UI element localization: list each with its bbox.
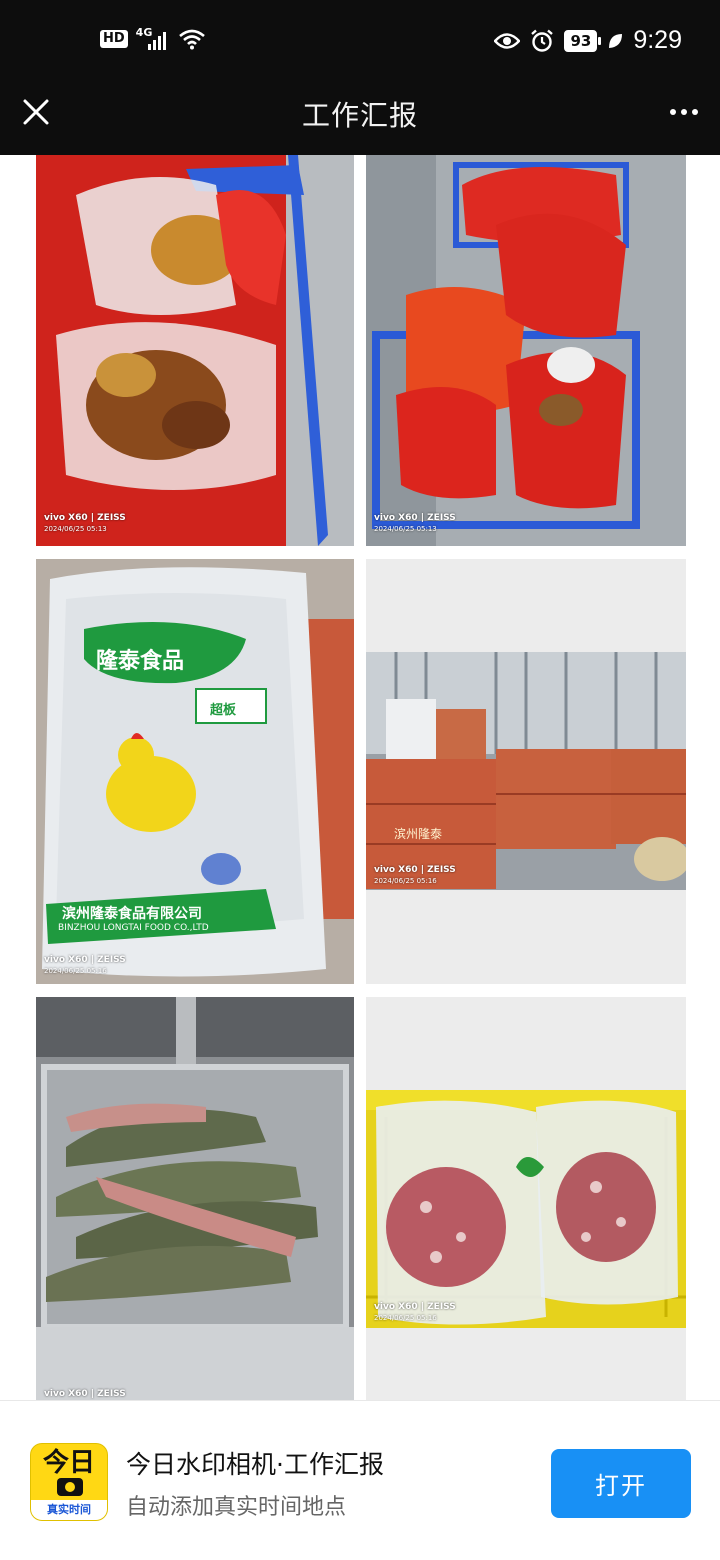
more-dot-icon (670, 109, 676, 115)
page-title: 工作汇报 (301, 99, 418, 132)
package-brand: 隆泰食品 (96, 649, 185, 674)
open-app-button[interactable]: 打开 (551, 1449, 691, 1518)
photo-roast-chicken-bags[interactable]: vivo X60 | ZEISS 2024/06/25 05:13 (36, 155, 354, 546)
photo-image (366, 997, 686, 1400)
photo-image (36, 997, 354, 1400)
photo-watermark-date: 2024/06/25 05:16 (44, 967, 107, 975)
app-icon-tag: 真实时间 (31, 1500, 107, 1520)
battery-indicator: 93 (564, 29, 602, 52)
promo-title: 今日水印相机·工作汇报 (126, 1450, 384, 1479)
package-company: 滨州隆泰食品有限公司 (62, 906, 202, 922)
photo-watermark-brand: vivo X60 | ZEISS (44, 1389, 126, 1399)
package-company-en: BINZHOU LONGTAI FOOD CO.,LTD (58, 923, 209, 933)
alarm-icon (531, 29, 554, 52)
app-icon-text: 今日 (42, 1448, 95, 1478)
photo-watermark: vivo X60 | ZEISS 2024/06/25 05:16 (374, 865, 456, 885)
photo-image (366, 559, 686, 984)
photo-watermark: vivo X60 | ZEISS (44, 1389, 126, 1399)
photo-watermark-brand: vivo X60 | ZEISS (374, 513, 456, 523)
photo-gallery[interactable]: vivo X60 | ZEISS 2024/06/25 05:13 vivo X… (0, 155, 720, 1400)
app-promo-banner: 今日 真实时间 今日水印相机·工作汇报 自动添加真实时间地点 打开 (0, 1400, 720, 1560)
photo-stacked-boxes[interactable]: 滨州隆泰 vivo X60 | ZEISS 2024/06/25 05:16 (366, 559, 686, 984)
photo-fish-sink[interactable]: vivo X60 | ZEISS (36, 997, 354, 1400)
photo-watermark-date: 2024/06/25 05:13 (44, 525, 107, 533)
photo-watermark-brand: vivo X60 | ZEISS (44, 955, 126, 965)
wifi-icon (178, 29, 205, 50)
box-label: 滨州隆泰 (394, 827, 443, 841)
photo-watermark-date: 2024/06/25 05:16 (374, 877, 437, 885)
promo-subtitle: 自动添加真实时间地点 (126, 1495, 347, 1520)
photo-watermark-brand: vivo X60 | ZEISS (44, 513, 126, 523)
photo-meat-bags-crate[interactable]: vivo X60 | ZEISS 2024/06/25 05:16 (366, 997, 686, 1400)
more-options-button[interactable] (662, 94, 706, 130)
camera-icon (57, 1478, 83, 1496)
more-dot-icon (681, 109, 687, 115)
status-right: 93 9:29 (494, 26, 682, 55)
eye-icon (494, 32, 521, 49)
photo-image (36, 155, 354, 546)
title-bar: 工作汇报 (0, 82, 720, 155)
app-icon[interactable]: 今日 真实时间 (30, 1443, 108, 1521)
photo-watermark: vivo X60 | ZEISS 2024/06/25 05:16 (374, 1302, 456, 1322)
photo-watermark: vivo X60 | ZEISS 2024/06/25 05:13 (44, 513, 126, 533)
status-left: HD 4G (100, 26, 206, 52)
photo-image (366, 155, 686, 546)
photo-watermark: vivo X60 | ZEISS 2024/06/25 05:13 (374, 513, 456, 533)
cellular-signal-icon: 4G (136, 26, 170, 52)
photo-watermark-date: 2024/06/25 05:13 (374, 525, 437, 533)
photo-red-bags-crates[interactable]: vivo X60 | ZEISS 2024/06/25 05:13 (366, 155, 686, 546)
leaf-icon (609, 33, 623, 48)
photo-frozen-chicken-bag[interactable]: 隆泰食品 超板 滨州隆泰食品有限公司 BINZHOU LONGTAI FOOD … (36, 559, 354, 984)
status-bar: HD 4G 93 9:29 (0, 0, 720, 82)
hd-badge: HD (100, 30, 128, 48)
photo-watermark-date: 2024/06/25 05:16 (374, 1314, 437, 1322)
photo-watermark-brand: vivo X60 | ZEISS (374, 1302, 456, 1312)
photo-watermark: vivo X60 | ZEISS 2024/06/25 05:16 (44, 955, 126, 975)
photo-watermark-brand: vivo X60 | ZEISS (374, 865, 456, 875)
clock-time: 9:29 (633, 26, 682, 54)
package-tag: 超板 (210, 703, 237, 718)
more-dot-icon (692, 109, 698, 115)
